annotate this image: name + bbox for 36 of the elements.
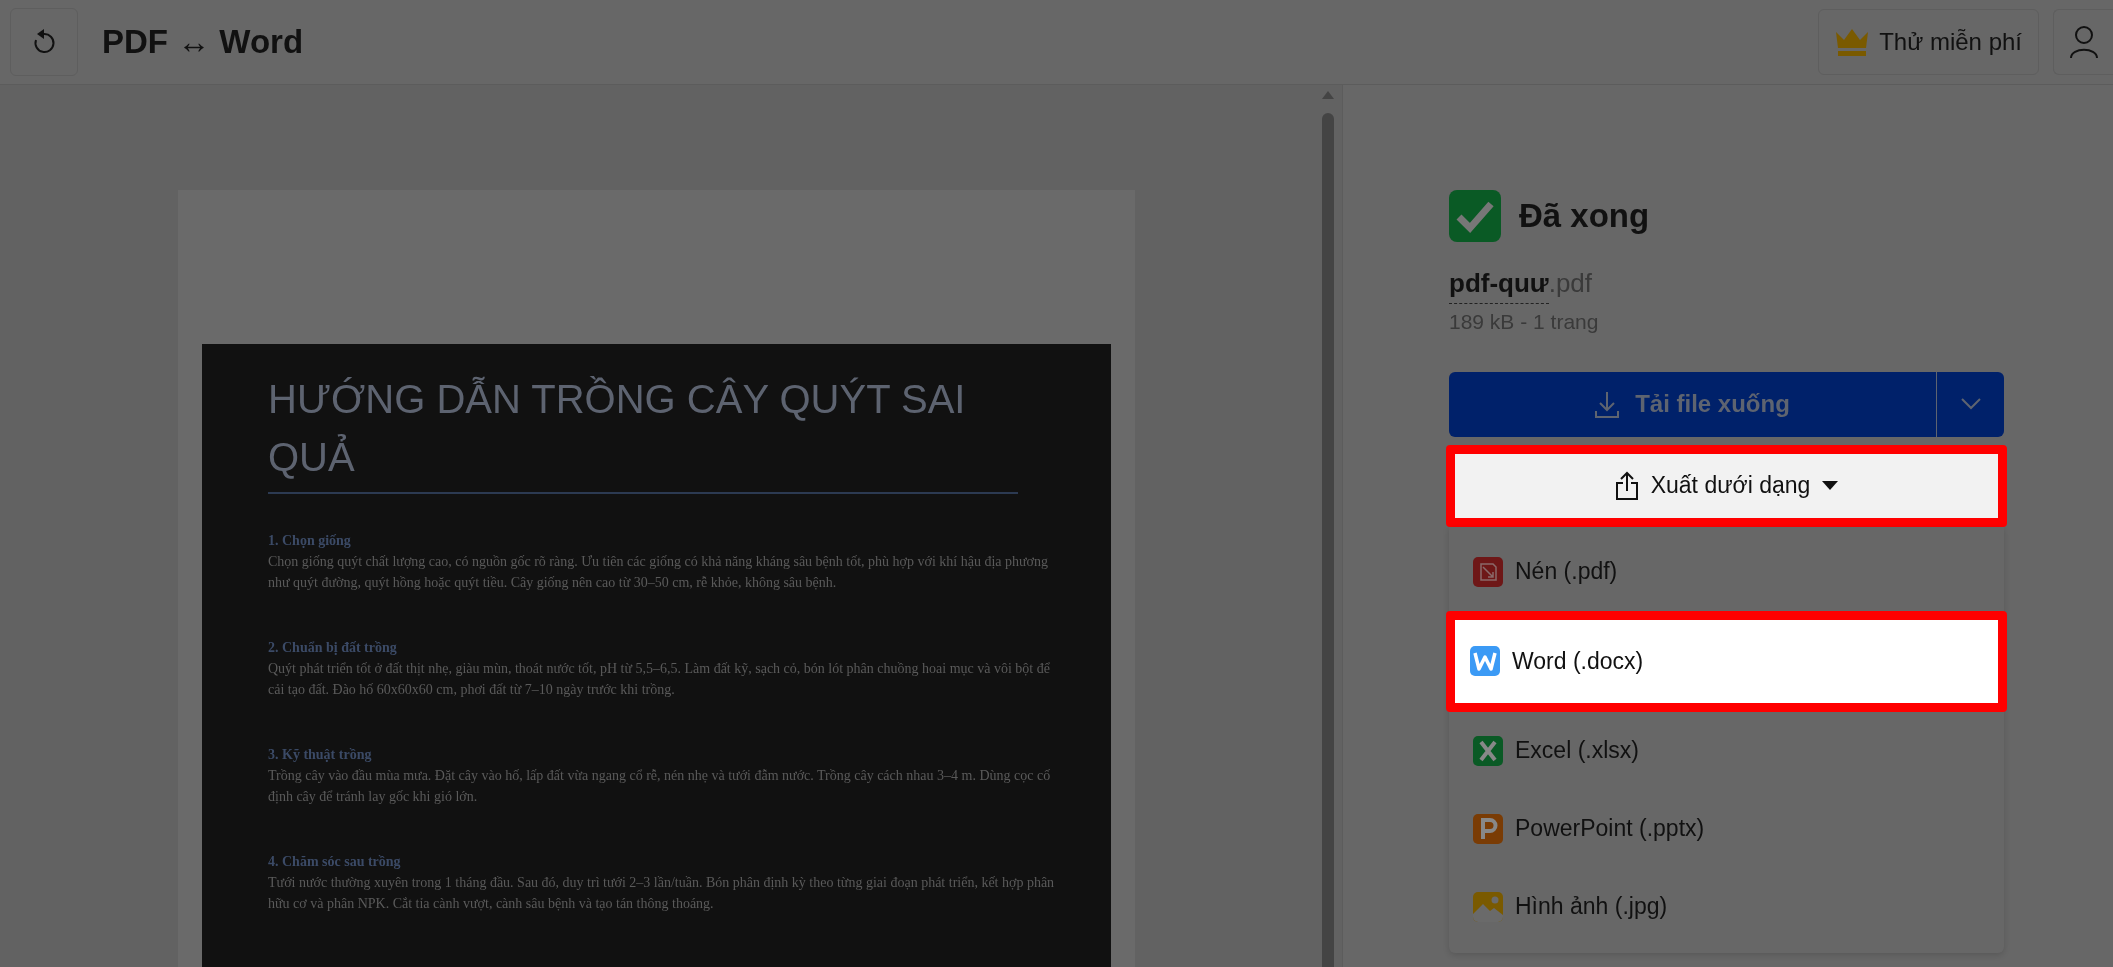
scrollbar-thumb[interactable] xyxy=(1322,113,1334,967)
section-paragraph: Trồng cây vào đầu mùa mưa. Đặt cây vào hố, lấp đất vừa ngang cổ rễ, nén nhẹ và tưới đẫm nước. Trồng cây cách nhau 3–4 m. Dùng cọc cố định cây để tránh lay gốc khi gió lớn. xyxy=(268,767,1052,806)
crown-icon xyxy=(1835,28,1870,56)
download-icon xyxy=(1595,390,1620,418)
section-paragraph: Chọn giống quýt chất lượng cao, có nguồn gốc rõ ràng. Ưu tiên các giống có khả năng kháng sâu bệnh tốt, phù hợp với khí hậu địa phương như quýt đường, quýt hồng hoặc quýt tiều. Cây giống nên cao từ 30–50 cm, rễ khỏe, không sâu bệnh. xyxy=(268,553,1049,592)
check-icon xyxy=(1449,190,1501,242)
free-trial-button[interactable]: Thử miễn phí xyxy=(1818,9,2039,75)
export-option[interactable]: Word (.docx) xyxy=(1446,610,2007,712)
export-option[interactable]: PowerPoint (.pptx) xyxy=(1449,789,2004,868)
scroll-up-icon xyxy=(1322,91,1334,99)
status-text: Đã xong xyxy=(1519,196,1650,237)
section-heading: 3. Kỹ thuật trồng xyxy=(268,746,373,764)
file-name: pdf-quư xyxy=(1449,264,1549,304)
section-paragraph: Tưới nước thường xuyên trong 1 tháng đầu. Sau đó, duy trì tưới 2–3 lần/tuần. Bón phân định kỳ theo từng giai đoạn phát triển, kết hợp phân hữu cơ và phân NPK. Cắt tỉa cành vượt, cành sâu bệnh và tạo tán thông thoáng. xyxy=(268,874,1056,913)
image-icon xyxy=(1473,891,1503,922)
export-as-button[interactable]: Xuất dưới dạng xyxy=(1446,444,2007,527)
excel-icon xyxy=(1473,735,1503,766)
account-button[interactable] xyxy=(2053,9,2113,75)
export-option[interactable]: Excel (.xlsx) xyxy=(1449,711,2004,790)
share-icon xyxy=(1614,470,1639,501)
section-heading: 1. Chọn giống xyxy=(268,532,352,550)
caret-icon xyxy=(1822,481,1839,490)
section-paragraph: Quýt phát triển tốt ở đất thịt nhẹ, giàu mùn, thoát nước tốt, pH từ 5,5–6,5. Làm đất kỹ, sạch cỏ, bón lót phân chuồng hoai mục và vôi bột để cải tạo đất. Đào hố 60x60x60 cm, phơi đất từ 7–10 ngày trước khi trồng. xyxy=(268,660,1051,699)
app-title: PDF ↔ Word xyxy=(102,22,304,63)
chevron-down-icon xyxy=(1960,398,1981,410)
undo-icon xyxy=(31,28,57,56)
export-option[interactable]: Nén (.pdf) xyxy=(1449,532,2004,611)
section-heading: 4. Chăm sóc sau trồng xyxy=(268,853,402,871)
powerpoint-icon xyxy=(1473,813,1503,844)
section-heading: 2. Chuẩn bị đất trồng xyxy=(268,639,398,657)
compress-icon xyxy=(1473,556,1503,587)
document-title: HƯỚNG DẪN TRỒNG CÂY QUÝT SAI QUẢ xyxy=(268,370,1018,494)
export-option[interactable]: Hình ảnh (.jpg) xyxy=(1449,867,2004,946)
word-icon xyxy=(1470,646,1500,676)
reset-button[interactable] xyxy=(10,8,78,76)
user-icon xyxy=(2068,25,2099,59)
